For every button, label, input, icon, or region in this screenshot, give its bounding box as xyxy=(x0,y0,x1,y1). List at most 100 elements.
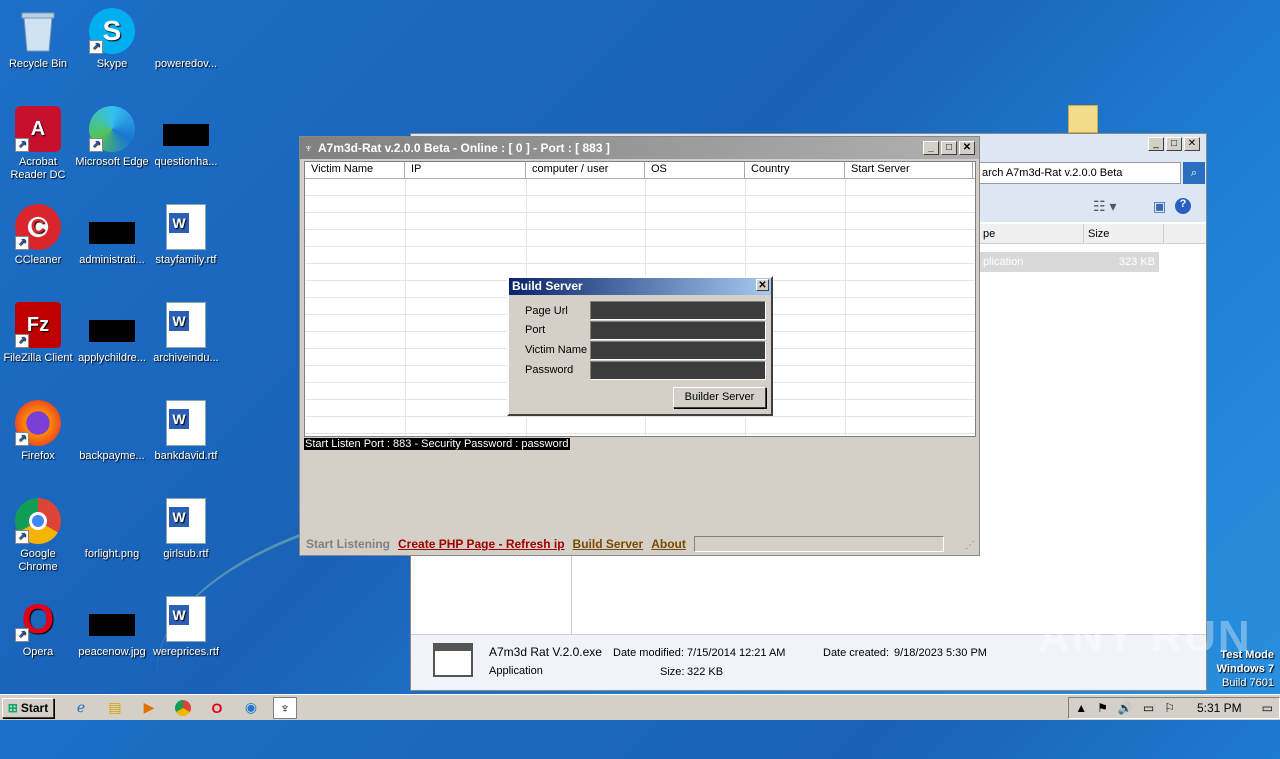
opera-taskbar-icon[interactable]: O xyxy=(205,697,229,719)
explorer-search-input[interactable]: arch A7m3d-Rat v.2.0.0 Beta xyxy=(979,162,1181,184)
maximize-button[interactable]: □ xyxy=(1166,137,1182,151)
detail-date-created: 9/18/2023 5:30 PM xyxy=(894,647,987,659)
desktop-icon-opera[interactable]: O ↗ Opera xyxy=(0,595,76,659)
rat-menu-bar: Start Listening Create PHP Page - Refres… xyxy=(300,534,979,554)
chrome-taskbar-icon[interactable] xyxy=(171,697,195,719)
desktop-icon-acrobat[interactable]: A ↗ Acrobat Reader DC xyxy=(0,106,76,182)
tray-expand-icon[interactable]: ▲ xyxy=(1075,701,1087,715)
desktop-icon-peacenow[interactable]: peacenow.jpg xyxy=(74,596,150,659)
start-button[interactable]: ⊞ Start xyxy=(2,697,54,718)
taskbar: ⊞ Start ℯ ▤ ▶ O ◉ ♆ ▲ ⚑ 🔊 ▭ ⚐ 5:31 PM ▭ xyxy=(0,694,1280,720)
column-os[interactable]: OS xyxy=(645,162,745,178)
explorer-window-controls: _ □ ✕ xyxy=(1148,137,1200,151)
dialog-title: Build Server xyxy=(512,279,583,293)
skype-icon: S ↗ xyxy=(89,8,135,54)
volume-icon[interactable]: 🔊 xyxy=(1118,701,1133,715)
victim-list-header: Victim Name IP computer / user OS Countr… xyxy=(305,162,975,179)
page-url-input[interactable] xyxy=(590,301,766,320)
network-icon[interactable]: ▭ xyxy=(1143,701,1154,715)
power-icon[interactable]: ⚐ xyxy=(1164,701,1175,715)
label-password: Password xyxy=(525,364,574,376)
desktop-icon-recycle-bin[interactable]: Recycle Bin xyxy=(0,8,76,71)
desktop-icon-applychildre[interactable]: applychildre... xyxy=(74,302,150,365)
file-row-size: 323 KB xyxy=(1118,256,1155,268)
desktop-icon-edge[interactable]: ↗ Microsoft Edge xyxy=(74,106,150,169)
desktop-icon-wereprices[interactable]: W wereprices.rtf xyxy=(148,596,224,659)
column-ip[interactable]: IP xyxy=(405,162,526,178)
image-file-icon xyxy=(89,498,135,544)
preview-pane-icon[interactable]: ▣ xyxy=(1153,198,1166,215)
close-button[interactable]: ✕ xyxy=(959,141,975,155)
column-type[interactable]: pe xyxy=(979,224,1084,243)
explorer-file-row[interactable]: plication 323 KB xyxy=(979,252,1159,272)
detail-date-modified: 7/15/2014 12:21 AM xyxy=(687,647,786,659)
build-server-dialog: Build Server ✕ Page Url Port Victim Name… xyxy=(507,276,773,416)
desktop-icon-chrome[interactable]: ↗ Google Chrome xyxy=(0,498,76,574)
about-link[interactable]: About xyxy=(651,537,686,551)
explorer-icon[interactable]: ▤ xyxy=(103,697,127,719)
chrome-icon: ↗ xyxy=(15,498,61,544)
label-page-url: Page Url xyxy=(525,305,568,317)
word-doc-icon: W xyxy=(163,204,209,250)
victim-name-input[interactable] xyxy=(590,341,766,360)
system-tray: ▲ ⚑ 🔊 ▭ ⚐ 5:31 PM ▭ xyxy=(1068,696,1280,719)
file-icon xyxy=(89,204,135,250)
ie-icon[interactable]: ℯ xyxy=(69,697,93,719)
minimize-button[interactable]: _ xyxy=(923,141,939,155)
close-button[interactable]: ✕ xyxy=(1184,137,1200,151)
build-label: Build 7601 xyxy=(1222,677,1274,689)
rat-title: A7m3d-Rat v.2.0.0 Beta - Online : [ 0 ] … xyxy=(318,141,610,155)
rat-taskbar-icon[interactable]: ♆ xyxy=(273,696,297,719)
password-input[interactable] xyxy=(590,361,766,380)
desktop-icon-administrati[interactable]: administrati... xyxy=(74,204,150,267)
exe-file-icon xyxy=(433,643,473,677)
desktop-icon-archiveindu[interactable]: W archiveindu... xyxy=(148,302,224,365)
action-center-icon[interactable]: ⚑ xyxy=(1097,701,1108,715)
image-file-icon xyxy=(89,596,135,642)
create-php-page-link[interactable]: Create PHP Page - Refresh ip xyxy=(398,537,565,551)
desktop-icon-skype[interactable]: S ↗ Skype xyxy=(74,8,150,71)
port-input[interactable] xyxy=(590,321,766,340)
column-size[interactable]: Size xyxy=(1084,224,1164,243)
file-icon xyxy=(163,106,209,152)
desktop-icon-questionha[interactable]: questionha... xyxy=(148,106,224,169)
desktop-icon-backpayme[interactable]: backpayme... xyxy=(74,400,150,463)
view-options-icon[interactable]: ☷ ▾ xyxy=(1093,198,1116,215)
build-server-link[interactable]: Build Server xyxy=(573,537,644,551)
test-mode-label: Test Mode xyxy=(1220,649,1274,661)
opera-icon: O ↗ xyxy=(15,595,61,642)
help-icon[interactable]: ? xyxy=(1175,198,1191,214)
clock[interactable]: 5:31 PM xyxy=(1197,701,1242,715)
minimize-button[interactable]: _ xyxy=(1148,137,1164,151)
recycle-bin-icon xyxy=(15,8,61,54)
resize-grip-icon[interactable]: ⋰ xyxy=(965,540,975,551)
desktop-icon-stayfamily[interactable]: W stayfamily.rtf xyxy=(148,204,224,267)
desktop-icon-girlsub[interactable]: W girlsub.rtf xyxy=(148,498,224,561)
search-icon[interactable]: ⌕ xyxy=(1183,162,1205,184)
dialog-close-button[interactable]: ✕ xyxy=(756,279,769,291)
desktop-icon-ccleaner[interactable]: C ↗ CCleaner xyxy=(0,204,76,267)
desktop-icon-forlight[interactable]: forlight.png xyxy=(74,498,150,561)
file-icon xyxy=(163,8,209,54)
desktop-icon-filezilla[interactable]: Fz ↗ FileZilla Client xyxy=(0,302,76,365)
desktop-icon-firefox[interactable]: ↗ Firefox xyxy=(0,400,76,463)
builder-server-button[interactable]: Builder Server xyxy=(673,387,766,408)
column-computer-user[interactable]: computer / user xyxy=(526,162,645,178)
show-desktop-icon[interactable]: ▭ xyxy=(1262,701,1273,715)
start-listening-link[interactable]: Start Listening xyxy=(306,537,390,551)
maximize-button[interactable]: □ xyxy=(941,141,957,155)
column-start-server[interactable]: Start Server xyxy=(845,162,973,178)
desktop-icon-poweredov[interactable]: poweredov... xyxy=(148,8,224,71)
detail-size: 322 KB xyxy=(687,666,724,678)
file-icon xyxy=(89,400,135,446)
filezilla-icon: Fz ↗ xyxy=(15,302,61,348)
rat-titlebar[interactable]: ♆ A7m3d-Rat v.2.0.0 Beta - Online : [ 0 … xyxy=(300,137,979,159)
media-player-icon[interactable]: ▶ xyxy=(137,697,161,719)
dialog-titlebar[interactable]: Build Server ✕ xyxy=(509,278,771,295)
progress-field xyxy=(693,536,944,552)
acrobat-icon: A ↗ xyxy=(15,106,61,152)
column-country[interactable]: Country xyxy=(745,162,845,178)
column-victim-name[interactable]: Victim Name xyxy=(305,162,405,178)
desktop-icon-bankdavid[interactable]: W bankdavid.rtf xyxy=(148,400,224,463)
edge-taskbar-icon[interactable]: ◉ xyxy=(239,697,263,719)
